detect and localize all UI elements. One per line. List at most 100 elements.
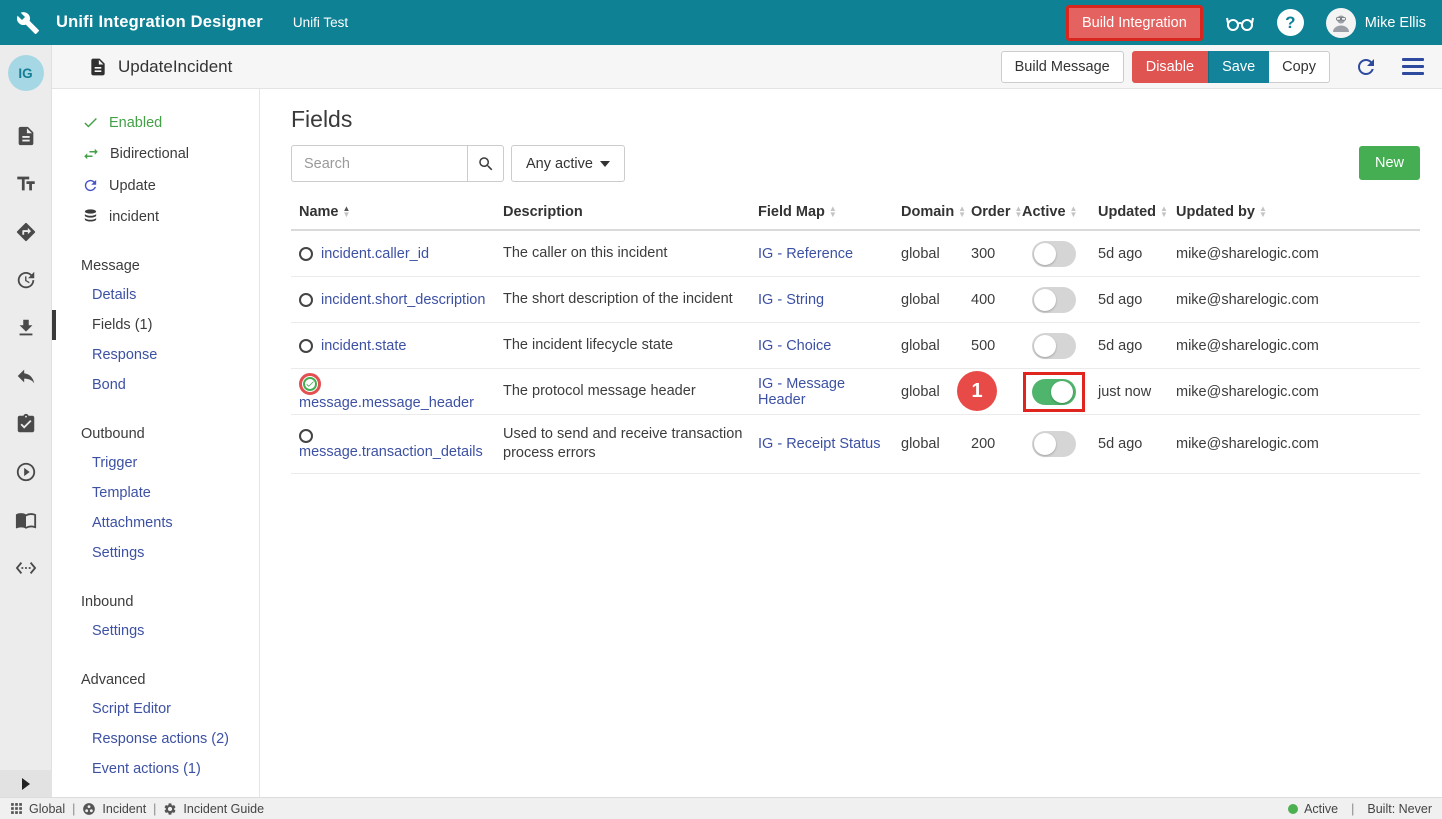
column-header-description[interactable]: Description	[503, 204, 758, 220]
text-fields-icon[interactable]	[14, 172, 38, 196]
field-updated: 5d ago	[1098, 246, 1176, 262]
sidebar-item-response[interactable]: Response	[52, 340, 259, 370]
sidebar-item-inbound-settings[interactable]: Settings	[52, 616, 259, 646]
search-icon	[477, 155, 495, 173]
sidebar-expand-button[interactable]	[0, 770, 52, 797]
column-header-name[interactable]: Name▲▼	[291, 204, 503, 220]
active-toggle[interactable]	[1032, 379, 1076, 405]
field-name-link[interactable]: incident.short_description	[321, 292, 485, 308]
assignment-check-icon[interactable]	[14, 412, 38, 436]
directions-icon[interactable]	[14, 220, 38, 244]
context-incident[interactable]: Incident	[82, 802, 146, 816]
user-menu[interactable]: Mike Ellis	[1326, 8, 1426, 38]
update-icon[interactable]	[14, 268, 38, 292]
page-title: Fields	[291, 106, 1420, 133]
sidebar-item-details[interactable]: Details	[52, 280, 259, 310]
table-header: Name▲▼ Description Field Map▲▼ Domain▲▼ …	[291, 204, 1420, 231]
app-title: Unifi Integration Designer	[56, 13, 263, 32]
field-description: The caller on this incident	[503, 244, 758, 263]
table-row: incident.state The incident lifecycle st…	[291, 323, 1420, 369]
column-header-updated[interactable]: Updated▲▼	[1098, 204, 1176, 220]
code-icon[interactable]	[14, 556, 38, 580]
field-name-link[interactable]: message.message_header	[299, 395, 474, 411]
sidebar-item-response-actions[interactable]: Response actions (2)	[52, 724, 259, 754]
field-updated: just now	[1098, 384, 1176, 400]
inactive-radio-icon	[299, 339, 313, 353]
column-header-order[interactable]: Order▲▼	[971, 204, 1022, 220]
field-name-link[interactable]: incident.caller_id	[321, 246, 429, 262]
search-input[interactable]	[291, 145, 467, 182]
sidebar-item-fields[interactable]: Fields (1)	[52, 310, 259, 340]
icon-rail: IG	[0, 45, 52, 797]
sidebar-item-update[interactable]: Update	[52, 170, 259, 201]
column-header-active[interactable]: Active▲▼	[1022, 204, 1098, 220]
column-header-domain[interactable]: Domain▲▼	[901, 204, 971, 220]
field-updated: 5d ago	[1098, 338, 1176, 354]
help-icon[interactable]: ?	[1277, 9, 1304, 36]
reply-icon[interactable]	[14, 364, 38, 388]
field-updated-by: mike@sharelogic.com	[1176, 436, 1420, 452]
integration-avatar[interactable]: IG	[8, 55, 44, 91]
grid-icon	[10, 802, 23, 815]
built-label: Built: Never	[1367, 802, 1432, 816]
sidebar-item-attachments[interactable]: Attachments	[52, 508, 259, 538]
field-updated-by: mike@sharelogic.com	[1176, 246, 1420, 262]
fields-table: Name▲▼ Description Field Map▲▼ Domain▲▼ …	[291, 204, 1420, 474]
sidebar-item-script-editor[interactable]: Script Editor	[52, 694, 259, 724]
status-active-label: Active	[1304, 802, 1338, 816]
record-toolbar: UpdateIncident Build Message Disable Sav…	[52, 45, 1442, 89]
build-message-button[interactable]: Build Message	[1001, 51, 1124, 83]
field-updated-by: mike@sharelogic.com	[1176, 292, 1420, 308]
column-header-field-map[interactable]: Field Map▲▼	[758, 204, 901, 220]
save-button[interactable]: Save	[1208, 51, 1269, 83]
refresh-icon[interactable]	[1354, 55, 1378, 79]
section-title-outbound: Outbound	[52, 420, 259, 448]
field-map-link[interactable]: IG - Reference	[758, 246, 853, 262]
sidebar-item-outbound-settings[interactable]: Settings	[52, 538, 259, 568]
user-name: Mike Ellis	[1365, 15, 1426, 31]
menu-icon[interactable]	[1402, 58, 1424, 75]
field-map-link[interactable]: IG - Choice	[758, 338, 831, 354]
active-toggle[interactable]	[1032, 431, 1076, 457]
active-toggle[interactable]	[1032, 287, 1076, 313]
context-global[interactable]: Global	[10, 802, 65, 816]
active-toggle[interactable]	[1032, 333, 1076, 359]
disable-button[interactable]: Disable	[1132, 51, 1208, 83]
field-map-link[interactable]: IG - Message Header	[758, 376, 845, 408]
download-icon[interactable]	[14, 316, 38, 340]
field-map-link[interactable]: IG - Receipt Status	[758, 436, 881, 452]
sidebar-item-trigger[interactable]: Trigger	[52, 448, 259, 478]
active-filter-dropdown[interactable]: Any active	[511, 145, 625, 182]
table-row: incident.short_description The short des…	[291, 277, 1420, 323]
workspace-name[interactable]: Unifi Test	[293, 15, 348, 30]
table-row-highlighted: message.message_header The protocol mess…	[291, 369, 1420, 415]
record-title: UpdateIncident	[118, 57, 232, 77]
field-description: Used to send and receive transaction pro…	[503, 425, 758, 463]
user-avatar	[1326, 8, 1356, 38]
main-content: Fields Any active New Name▲▼ Description…	[260, 89, 1442, 797]
context-incident-guide[interactable]: Incident Guide	[163, 802, 264, 816]
sidebar-item-enabled[interactable]: Enabled	[52, 107, 259, 138]
search-button[interactable]	[467, 145, 504, 182]
field-order: 300	[971, 246, 1022, 262]
annotation-step-badge: 1	[957, 371, 997, 411]
sidebar-item-incident[interactable]: incident	[52, 201, 259, 232]
inactive-radio-icon	[299, 429, 313, 443]
group-work-icon	[82, 802, 96, 816]
sidebar-item-event-actions[interactable]: Event actions (1)	[52, 754, 259, 784]
field-name-link[interactable]: message.transaction_details	[299, 444, 483, 460]
field-map-link[interactable]: IG - String	[758, 292, 824, 308]
copy-button[interactable]: Copy	[1269, 51, 1330, 83]
active-toggle[interactable]	[1032, 241, 1076, 267]
sidebar-item-bond[interactable]: Bond	[52, 370, 259, 400]
column-header-updated-by[interactable]: Updated by▲▼	[1176, 204, 1420, 220]
document-icon[interactable]	[14, 124, 38, 148]
sidebar-item-bidirectional[interactable]: Bidirectional	[52, 138, 259, 170]
book-icon[interactable]	[14, 508, 38, 532]
play-circle-icon[interactable]	[14, 460, 38, 484]
field-name-link[interactable]: incident.state	[321, 338, 406, 354]
build-integration-button[interactable]: Build Integration	[1066, 5, 1203, 41]
new-button[interactable]: New	[1359, 146, 1420, 180]
sidebar-item-template[interactable]: Template	[52, 478, 259, 508]
glasses-icon[interactable]	[1225, 8, 1255, 38]
